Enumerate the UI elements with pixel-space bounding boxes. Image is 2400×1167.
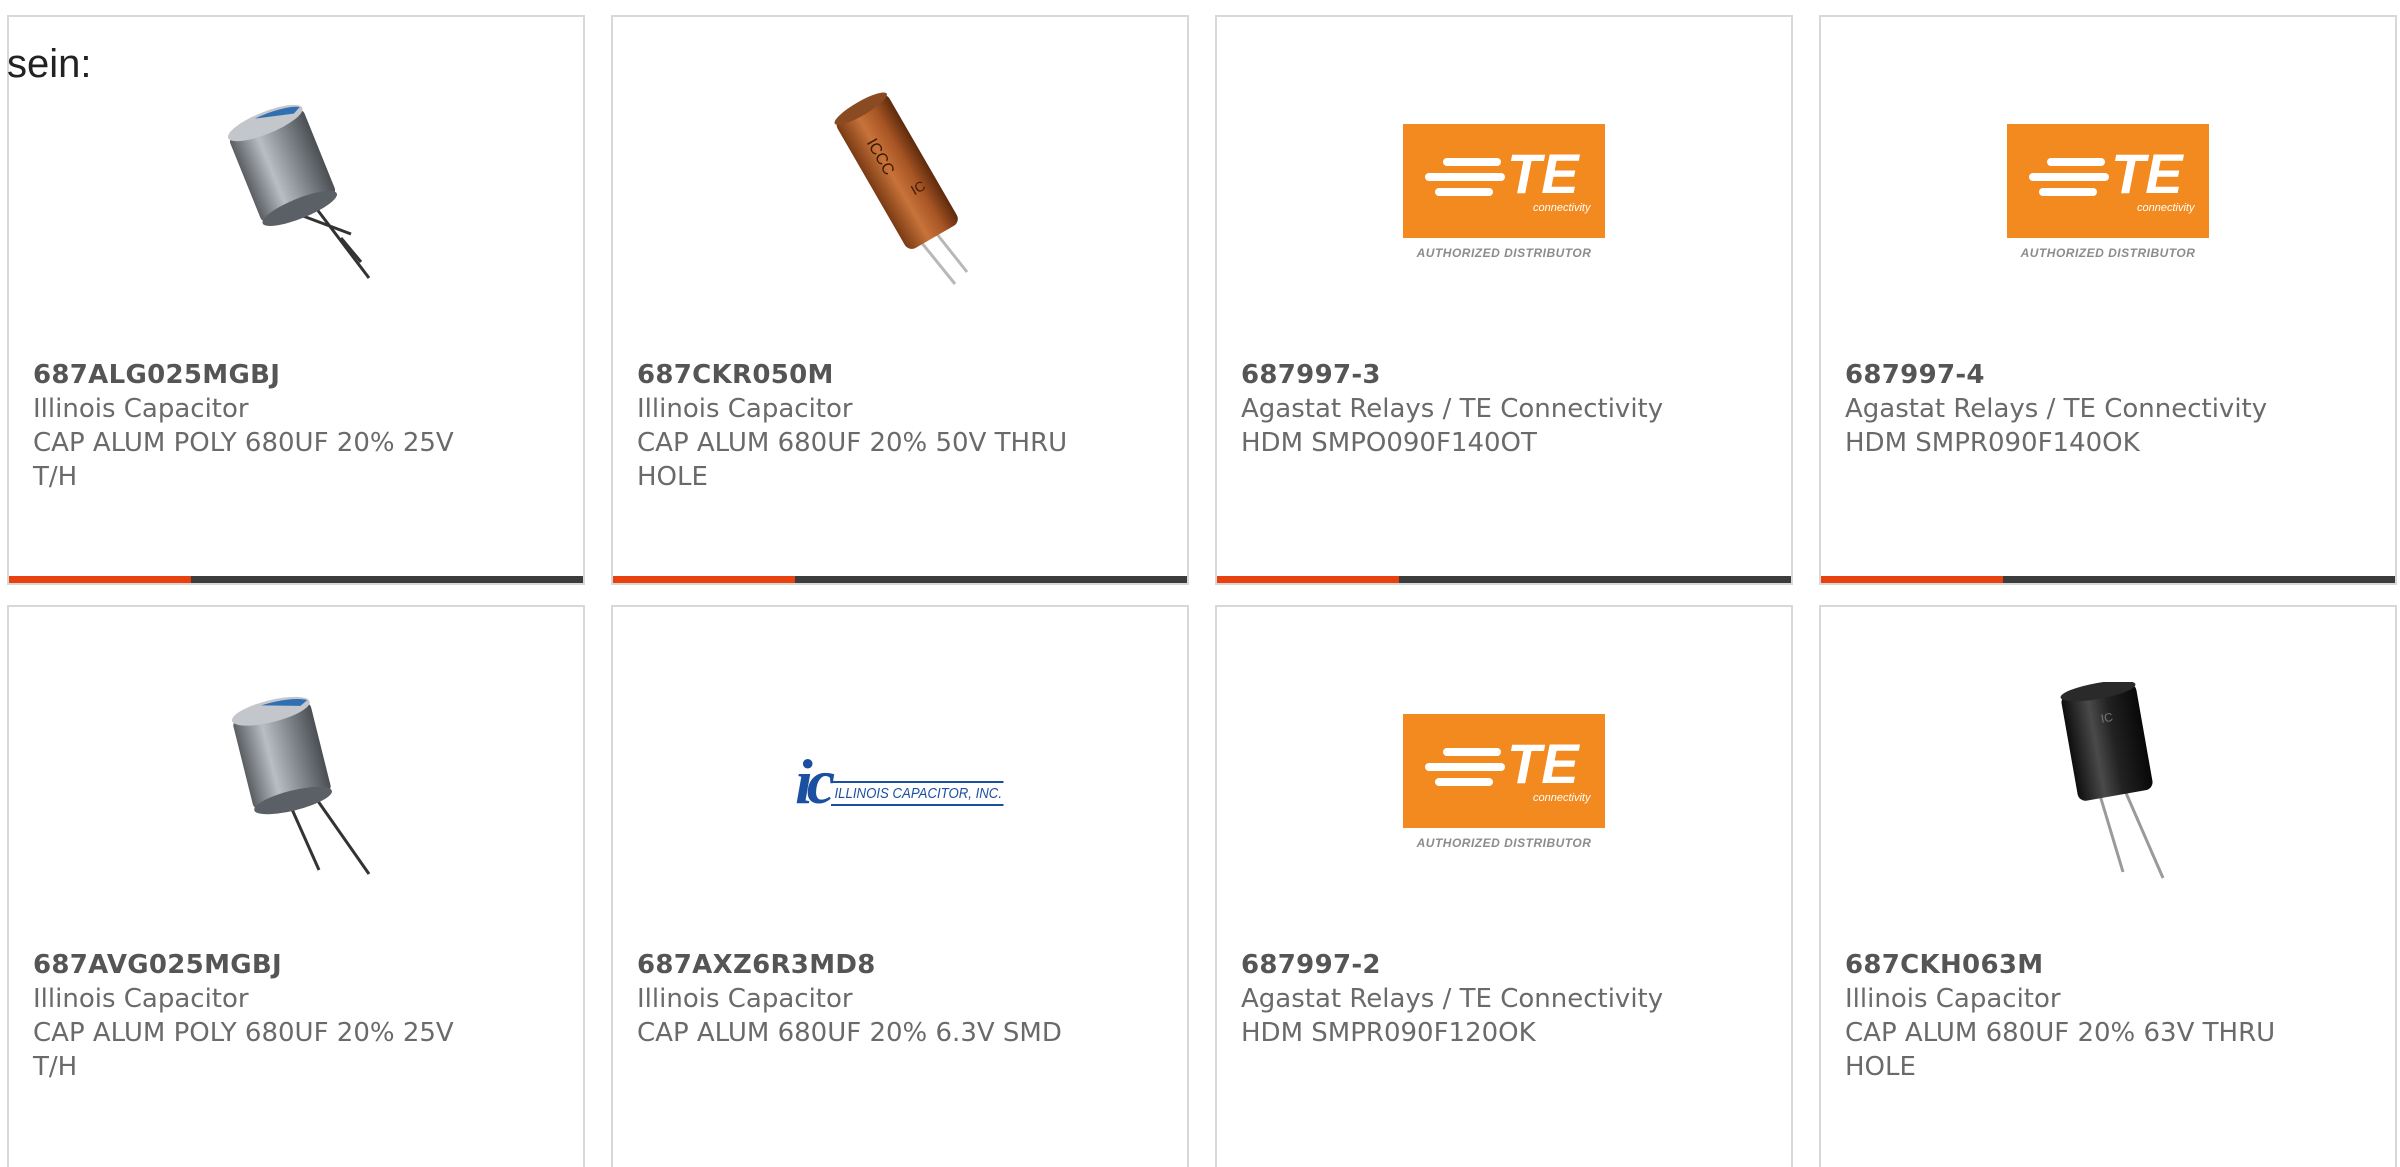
product-info: 687AXZ6R3MD8 Illinois Capacitor CAP ALUM… [637,948,1163,1050]
manufacturer-name: Illinois Capacitor [33,984,249,1014]
product-image[interactable]: TE connectivity AUTHORIZED DISTRIBUTOR [1394,677,1614,887]
manufacturer-name: Agastat Relays / TE Connectivity [1845,394,2268,424]
product-card[interactable]: TE connectivity AUTHORIZED DISTRIBUTOR 6… [1215,15,1793,585]
product-description: HDM SMPR090F140OK [1845,428,2140,458]
product-image[interactable]: TE connectivity AUTHORIZED DISTRIBUTOR [1394,87,1614,297]
manufacturer-name: Illinois Capacitor [1845,984,2061,1014]
part-number-link[interactable]: 687CKR050M [637,358,1163,392]
product-info: 687997-2 Agastat Relays / TE Connectivit… [1241,948,1767,1050]
part-number-link[interactable]: 687AVG025MGBJ [33,948,559,982]
product-grid-page: sein: 687ALG025MGBJ Illinois Capacitor C… [0,0,2400,1167]
illinois-capacitor-logo: ic ILLINOIS CAPACITOR, INC. [795,746,1004,818]
product-info: 687CKH063M Illinois Capacitor CAP ALUM 6… [1845,948,2371,1084]
te-connectivity-logo: TE connectivity AUTHORIZED DISTRIBUTOR [1403,714,1605,850]
product-image[interactable]: TE connectivity AUTHORIZED DISTRIBUTOR [1998,87,2218,297]
product-card[interactable]: TE connectivity AUTHORIZED DISTRIBUTOR 6… [1819,15,2397,585]
part-number-link[interactable]: 687ALG025MGBJ [33,358,559,392]
card-accent-bar [613,576,1187,583]
manufacturer-name: Agastat Relays / TE Connectivity [1241,394,1664,424]
card-accent-bar [1821,576,2395,583]
product-info: 687997-3 Agastat Relays / TE Connectivit… [1241,358,1767,460]
product-card[interactable]: IC 687CKH063M Illinois Capacitor CAP ALU… [1819,605,2397,1167]
product-description: CAP ALUM 680UF 20% 50V THRU HOLE [637,428,1068,492]
black-electrolytic-capacitor-icon: IC [2060,682,2165,879]
product-description: CAP ALUM POLY 680UF 20% 25V T/H [33,1018,454,1082]
product-description: CAP ALUM 680UF 20% 6.3V SMD [637,1018,1062,1048]
product-image[interactable]: IC [1998,677,2218,887]
manufacturer-name: Illinois Capacitor [637,984,853,1014]
part-number-link[interactable]: 687AXZ6R3MD8 [637,948,1163,982]
part-number-link[interactable]: 687997-4 [1845,358,2371,392]
gray-polymer-capacitor-icon [227,104,371,279]
product-description: CAP ALUM 680UF 20% 63V THRU HOLE [1845,1018,2276,1082]
te-connectivity-logo: TE connectivity AUTHORIZED DISTRIBUTOR [2007,124,2209,260]
product-card[interactable]: 687AVG025MGBJ Illinois Capacitor CAP ALU… [7,605,585,1167]
orange-electrolytic-capacitor-icon: ICCC IC [834,92,969,285]
gray-polymer-capacitor-icon [231,696,371,875]
product-card[interactable]: TE connectivity AUTHORIZED DISTRIBUTOR 6… [1215,605,1793,1167]
product-description: CAP ALUM POLY 680UF 20% 25V T/H [33,428,454,492]
product-image[interactable]: ICCC IC [790,87,1010,297]
product-description: HDM SMPR090F120OK [1241,1018,1536,1048]
product-description: HDM SMPO090F140OT [1241,428,1537,458]
part-number-link[interactable]: 687997-2 [1241,948,1767,982]
manufacturer-name: Agastat Relays / TE Connectivity [1241,984,1664,1014]
part-number-link[interactable]: 687CKH063M [1845,948,2371,982]
product-image[interactable] [186,677,406,887]
product-image[interactable]: ic ILLINOIS CAPACITOR, INC. [790,677,1010,887]
product-info: 687ALG025MGBJ Illinois Capacitor CAP ALU… [33,358,559,494]
part-number-link[interactable]: 687997-3 [1241,358,1767,392]
product-card[interactable]: ICCC IC 687CKR050M Illinois Capacitor CA… [611,15,1189,585]
card-accent-bar [9,576,583,583]
product-card[interactable]: 687ALG025MGBJ Illinois Capacitor CAP ALU… [7,15,585,585]
product-card[interactable]: ic ILLINOIS CAPACITOR, INC. 687AXZ6R3MD8… [611,605,1189,1167]
intro-text: sein: [7,42,92,86]
manufacturer-name: Illinois Capacitor [637,394,853,424]
product-info: 687AVG025MGBJ Illinois Capacitor CAP ALU… [33,948,559,1084]
product-image[interactable] [186,87,406,297]
te-connectivity-logo: TE connectivity AUTHORIZED DISTRIBUTOR [1403,124,1605,260]
card-accent-bar [1217,576,1791,583]
product-info: 687CKR050M Illinois Capacitor CAP ALUM 6… [637,358,1163,494]
manufacturer-name: Illinois Capacitor [33,394,249,424]
product-info: 687997-4 Agastat Relays / TE Connectivit… [1845,358,2371,460]
